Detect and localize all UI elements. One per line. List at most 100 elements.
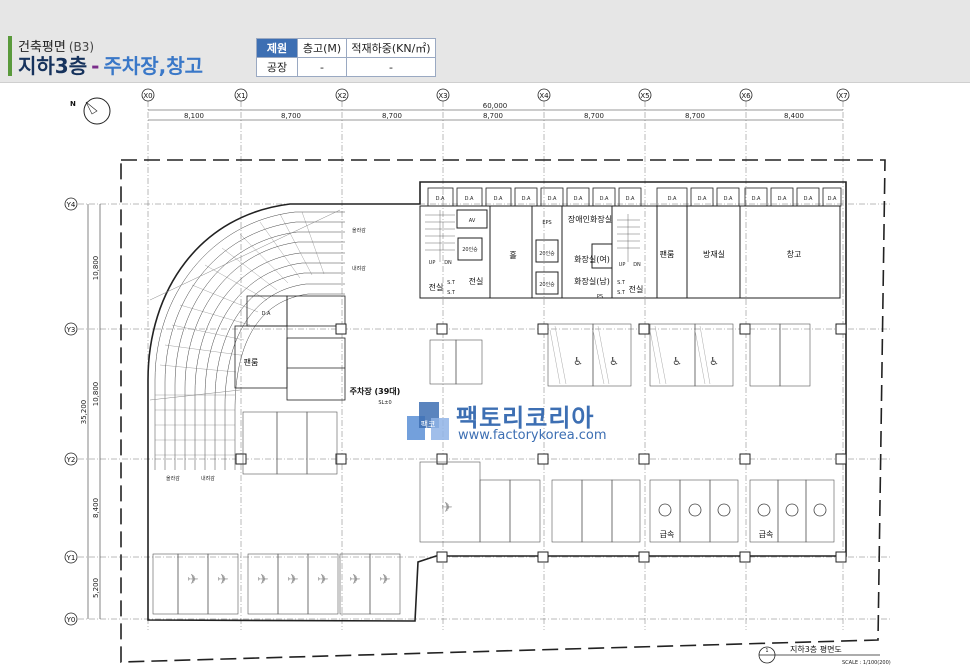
svg-text:✈: ✈ (217, 572, 229, 588)
da-label: D.A (752, 196, 761, 202)
elevator-capacity: 20인승 (539, 250, 555, 257)
grid-label-x1: X1 (236, 92, 245, 100)
title-accent (8, 36, 12, 76)
svg-text:✈: ✈ (349, 572, 361, 588)
spec-header-cell: 적재하중(KN/㎡) (346, 38, 436, 58)
spec-cell: - (346, 57, 436, 77)
accessible-wc-label: 장애인화장실 (568, 214, 612, 224)
svg-text:✈: ✈ (287, 572, 299, 588)
da-label: D.A (778, 196, 787, 202)
plan-category: 건축평면 (B3) (18, 40, 95, 55)
stair-down-label: DN (444, 260, 452, 266)
svg-text:✈: ✈ (317, 572, 329, 588)
span-dim: 8,100 (184, 112, 204, 120)
spec-cell: - (297, 57, 347, 77)
stair-up-label: UP (429, 260, 436, 266)
car-icon: ✈ ✈ ✈ ✈ ✈ ✈ ✈ ✈ (187, 500, 453, 588)
grid-label-x5: X5 (640, 92, 649, 100)
da-label: D.A (436, 196, 445, 202)
caption-number: 1 (765, 648, 768, 654)
storage-label: 창고 (787, 250, 802, 259)
charging-label: 급속 (759, 530, 774, 539)
ramp-label-up: 올라감 (166, 475, 180, 482)
watermark-url: www.factorykorea.com (458, 428, 607, 443)
anteroom-label: 전실 (429, 282, 444, 292)
da-label: D.A (804, 196, 813, 202)
spec-table: 제원 층고(M) 적재하중(KN/㎡) 공장 - - (256, 38, 436, 77)
ramp-label-up: 올라감 (352, 227, 366, 234)
parking-label: 주차장 (39대) (350, 386, 401, 396)
da-label: D.A (465, 196, 474, 202)
grid-label-x7: X7 (838, 92, 847, 100)
north-arrow-icon: N (70, 97, 111, 125)
ramp-hatching (155, 211, 325, 456)
caption-title: 지하3층 평면도 (790, 644, 842, 654)
total-height-dim: 35,200 (80, 400, 88, 425)
span-dim: 10,800 (92, 256, 100, 281)
grid-label-x3: X3 (438, 92, 447, 100)
grid-label-y2: Y2 (66, 456, 76, 464)
factorykorea-logo-icon: 팩코 (407, 402, 449, 440)
span-dim: 8,700 (584, 112, 604, 120)
av-room-label: AV (469, 218, 476, 224)
grid-label-x0: X0 (143, 92, 152, 100)
da-label: D.A (698, 196, 707, 202)
grid-label-x4: X4 (539, 92, 549, 100)
span-dim: 8,400 (92, 498, 100, 518)
left-rooms (234, 295, 346, 401)
anteroom-label: 전실 (469, 276, 484, 286)
grid-label-y4: Y4 (66, 201, 76, 209)
da-label: D.A (600, 196, 609, 202)
spec-cell: 공장 (256, 57, 298, 77)
drawing-caption: 1 지하3층 평면도 SCALE : 1/100(200) (758, 644, 891, 666)
span-dim: 8,700 (685, 112, 705, 120)
caption-scale: SCALE : 1/100(200) (842, 660, 891, 666)
structural-columns (235, 323, 847, 563)
da-label: D.A (828, 196, 837, 202)
spec-header-cell: 층고(M) (297, 38, 347, 58)
fan-room-label: 팬룸 (660, 250, 675, 259)
ramp-label-down: 내려감 (352, 265, 366, 272)
elevator-capacity: 20인승 (539, 281, 555, 288)
svg-text:✈: ✈ (187, 572, 199, 588)
svg-text:♿: ♿ (672, 355, 682, 368)
span-dim: 10,800 (92, 382, 100, 407)
svg-text:N: N (70, 100, 76, 108)
curved-ramp (149, 209, 345, 470)
svg-text:✈: ✈ (379, 572, 391, 588)
parking-level: SL±0 (378, 400, 391, 406)
da-label: D.A (626, 196, 635, 202)
da-label: D.A (668, 196, 677, 202)
svg-text:✈: ✈ (257, 572, 269, 588)
wc-female-label: 화장실(여) (574, 254, 610, 264)
spec-header-row: 제원 층고(M) 적재하중(KN/㎡) (256, 38, 436, 58)
total-width-dim: 60,000 (483, 102, 508, 110)
charger-icon (658, 503, 827, 517)
ps-label: PS (597, 294, 603, 300)
svg-text:♿: ♿ (573, 355, 583, 368)
da-label: D.A (724, 196, 733, 202)
da-label: D.A (522, 196, 531, 202)
spec-header-cell: 제원 (256, 38, 298, 58)
svg-text:♿: ♿ (709, 355, 719, 368)
wheelchair-icon: ♿ ♿ ♿ ♿ (573, 355, 719, 368)
st-label: S.T (617, 290, 626, 296)
da-label: D.A (494, 196, 503, 202)
grid-label-y0: Y0 (66, 616, 76, 624)
stair-down-label: DN (633, 262, 641, 268)
grid-label-x2: X2 (337, 92, 346, 100)
elevator-capacity: 20인승 (462, 246, 478, 253)
grid-label-y1: Y1 (66, 554, 76, 562)
anteroom-label: 전실 (629, 284, 644, 294)
span-dim: 8,400 (784, 112, 804, 120)
eps-room-label: EPS (542, 220, 551, 226)
hall-label: 홀 (509, 250, 516, 260)
disaster-room-label: 방재실 (703, 249, 725, 259)
st-label: S.T (617, 280, 626, 286)
wc-male-label: 화장실(남) (574, 276, 610, 286)
grid-label-y3: Y3 (66, 326, 76, 334)
header-bar: 건축평면 (B3) 지하3층 - 주차장,창고 제원 층고(M) 적재하중(KN/㎡)… (0, 0, 970, 83)
parking-stalls (152, 323, 835, 615)
floor-plan-drawing: N X0 X1 X2 X3 X4 X5 X6 X7 Y4 Y3 Y2 Y1 Y0… (64, 88, 891, 666)
da-label: D.A (262, 311, 271, 317)
